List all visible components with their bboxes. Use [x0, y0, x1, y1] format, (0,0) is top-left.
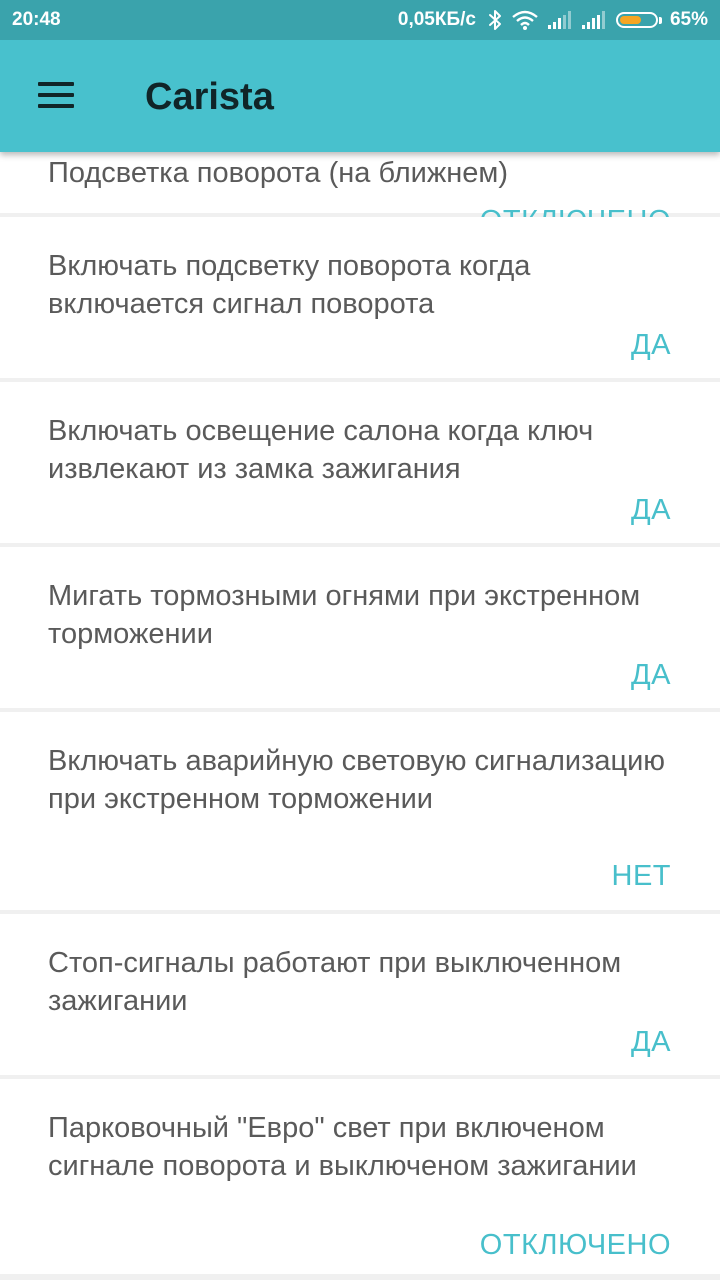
setting-value: ОТКЛЮЧЕНО: [479, 1229, 671, 1261]
setting-value: ДА: [631, 329, 671, 361]
setting-value: ДА: [631, 1026, 671, 1058]
setting-item-brake-flash[interactable]: Мигать тормозными огнями при экстренном …: [0, 547, 720, 708]
setting-item-hazard-emergency-brake[interactable]: Включать аварийную световую сигнализацию…: [0, 712, 720, 910]
menu-button[interactable]: [26, 74, 86, 118]
setting-label: Включать аварийную световую сигнализацию…: [48, 745, 666, 815]
setting-item-euro-parking-light[interactable]: Парковочный "Евро" свет при включеном си…: [0, 1079, 720, 1274]
battery-icon: [615, 12, 662, 28]
setting-item-interior-light-key[interactable]: Включать освещение салона когда ключ изв…: [0, 382, 720, 543]
setting-label: Включать освещение салона когда ключ изв…: [48, 415, 594, 485]
setting-item-brake-lights-ignition-off[interactable]: Стоп-сигналы работают при выключенном за…: [0, 914, 720, 1075]
app-title: Carista: [145, 76, 274, 118]
status-bar: 20:48 0,05КБ/с 65%: [0, 0, 720, 40]
wifi-icon: [512, 10, 538, 30]
setting-value: НЕТ: [611, 860, 671, 892]
signal-icon: [547, 11, 572, 29]
bluetooth-icon: [488, 9, 502, 31]
battery-percent: 65%: [669, 9, 708, 30]
settings-list[interactable]: Подсветка поворота (на ближнем) ОТКЛЮЧЕН…: [0, 0, 720, 1280]
setting-label: Парковочный "Евро" свет при включеном си…: [48, 1112, 637, 1182]
status-indicators: 0,05КБ/с 65%: [398, 8, 708, 32]
setting-label: Стоп-сигналы работают при выключенном за…: [48, 947, 622, 1017]
setting-label: Включать подсветку поворота когда включа…: [48, 250, 531, 320]
setting-value: ДА: [631, 659, 671, 691]
app-bar: Carista: [0, 40, 720, 152]
hamburger-menu-icon: [38, 82, 74, 108]
setting-item-turn-signal-cornering[interactable]: Включать подсветку поворота когда включа…: [0, 217, 720, 378]
setting-label: Подсветка поворота (на ближнем): [48, 157, 509, 189]
status-time: 20:48: [12, 9, 61, 30]
network-speed: 0,05КБ/с: [397, 9, 476, 30]
signal-icon: [581, 11, 606, 29]
setting-value: ДА: [631, 494, 671, 526]
setting-label: Мигать тормозными огнями при экстренном …: [48, 580, 641, 650]
